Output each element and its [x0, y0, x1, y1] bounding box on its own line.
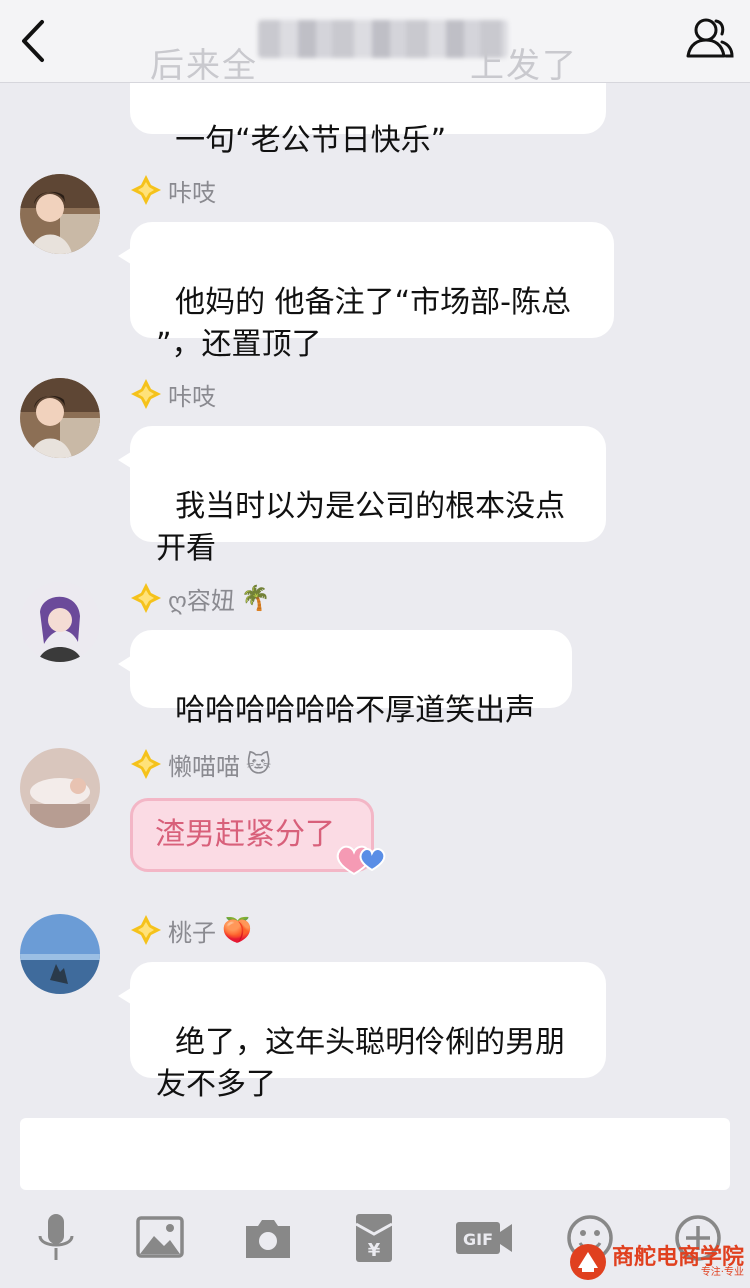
message-bubble: 我当时以为是公司的根本没点 开看	[118, 426, 606, 566]
avatar[interactable]	[20, 582, 100, 662]
sender-row: 咔吱	[130, 172, 216, 208]
svg-text:GIF: GIF	[463, 1230, 493, 1249]
group-members-icon[interactable]	[682, 12, 736, 66]
chat-header: 后来全 上发了	[0, 0, 750, 86]
watermark-text: 商舵电商学院	[611, 1244, 744, 1270]
avatar-photo	[20, 378, 100, 458]
watermark-logo-icon	[569, 1244, 606, 1280]
hearts-decoration-icon	[336, 845, 386, 876]
avatar-photo	[20, 582, 100, 662]
cat-emoji: 🐱	[246, 750, 272, 778]
sender-name: 咔吱	[168, 382, 216, 411]
camera-icon[interactable]	[238, 1210, 298, 1266]
message-text: 绝了，这年头聪明伶俐的男朋 友不多了	[156, 1025, 566, 1102]
sender-name: ღ容妞	[168, 586, 235, 615]
watermark-subtext: 专注·专业	[700, 1267, 744, 1278]
sender-name: 咔吱	[168, 178, 216, 207]
message-text: 哈哈哈哈哈哈不厚道笑出声	[175, 693, 536, 728]
message-input[interactable]	[20, 1118, 730, 1190]
image-icon[interactable]	[130, 1210, 190, 1266]
sender-row: 桃子 🍑	[130, 912, 252, 948]
member-badge-icon	[131, 379, 161, 409]
member-badge-icon	[131, 915, 161, 945]
sender-row: 咔吱	[130, 376, 216, 412]
sender-row: 懒喵喵 🐱	[130, 746, 271, 782]
microphone-icon[interactable]	[26, 1210, 86, 1266]
avatar[interactable]	[20, 378, 100, 458]
member-badge-icon	[131, 175, 161, 205]
title-ghost-text: 后来全	[150, 46, 258, 86]
red-packet-icon[interactable]: ¥	[344, 1210, 404, 1266]
message-bubble: 绝了，这年头聪明伶俐的男朋 友不多了	[118, 962, 606, 1102]
member-badge-icon	[131, 749, 161, 779]
member-badge-icon	[131, 583, 161, 613]
title-ghost-tail: 上发了	[470, 46, 578, 86]
sender-name: 懒喵喵	[168, 752, 240, 781]
sender-row: ღ容妞 🌴	[130, 580, 271, 616]
svg-text:¥: ¥	[368, 1240, 381, 1261]
avatar[interactable]	[20, 914, 100, 994]
message-text: 我当时以为是公司的根本没点 开看	[156, 489, 566, 566]
avatar-photo	[20, 174, 100, 254]
back-arrow-icon[interactable]	[10, 14, 60, 68]
palm-tree-emoji: 🌴	[240, 584, 271, 612]
message-bubble: 哈哈哈哈哈哈不厚道笑出声	[118, 630, 572, 728]
avatar-photo	[20, 914, 100, 994]
gif-icon[interactable]: GIF	[452, 1210, 516, 1266]
watermark: 商舵电商学院 专注·专业	[568, 1240, 744, 1284]
avatar[interactable]	[20, 174, 100, 254]
avatar-photo	[20, 748, 100, 828]
message-text: 一句“老公节日快乐”	[175, 123, 447, 158]
avatar[interactable]	[20, 748, 100, 828]
message-text: 他妈的 他备注了“市场部-陈总 ”，还置顶了	[156, 285, 571, 362]
message-bubble: 他妈的 他备注了“市场部-陈总 ”，还置顶了	[118, 222, 614, 362]
sender-name: 桃子	[168, 918, 216, 947]
peach-emoji: 🍑	[222, 916, 252, 944]
message-text: 渣男赶紧分了	[155, 817, 335, 852]
